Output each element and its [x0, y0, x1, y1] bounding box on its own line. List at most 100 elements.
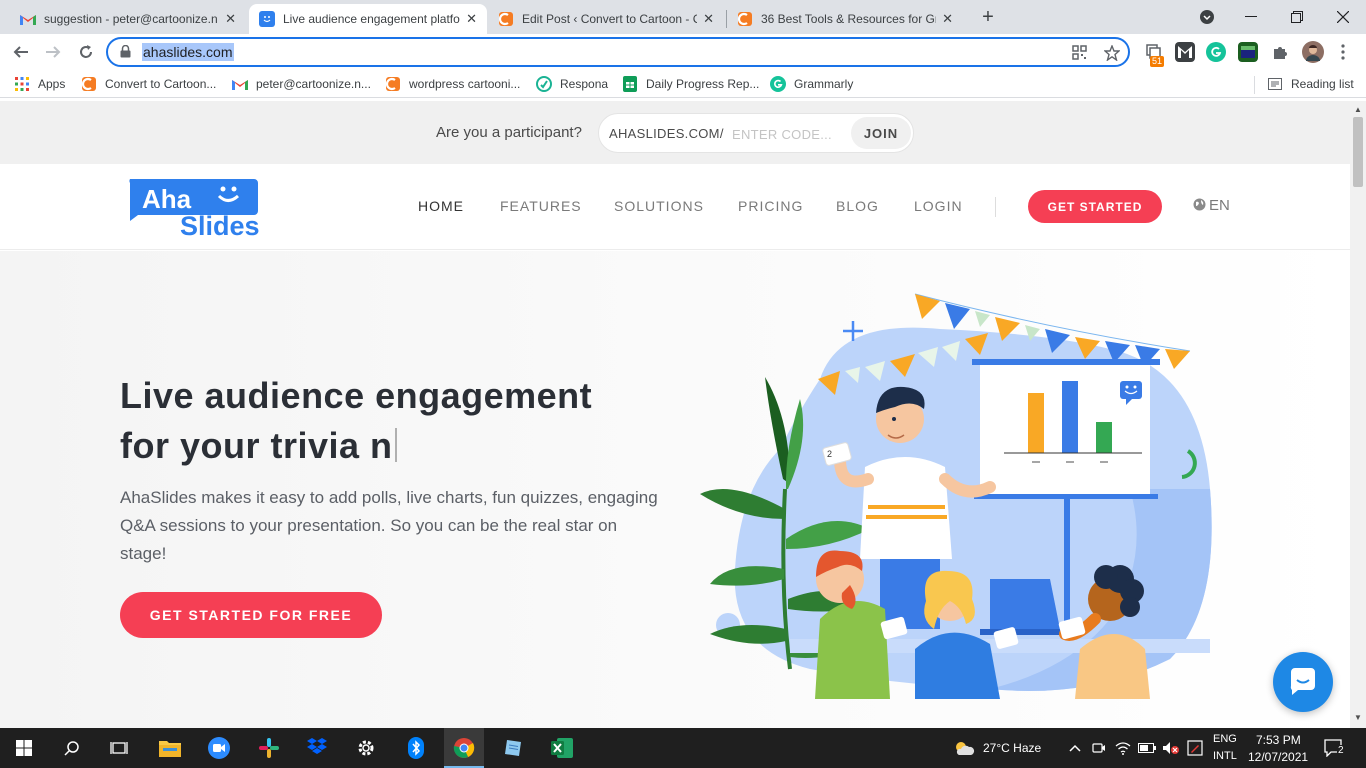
slack-icon [259, 738, 279, 758]
apps-grid-icon [14, 76, 30, 92]
pen-icon [1187, 740, 1203, 756]
tab-gmail[interactable]: suggestion - peter@cartoonize.n ✕ [10, 4, 246, 34]
tab-close-icon[interactable]: ✕ [936, 11, 953, 27]
chrome-menu-icon[interactable] [1333, 42, 1353, 62]
reading-list-button[interactable]: Reading list [1267, 75, 1354, 93]
restore-icon [1291, 11, 1303, 23]
board-bar-blue [1062, 381, 1078, 453]
participant-question: Are you a participant? [436, 124, 582, 141]
browser-toolbar: ahaslides.com 51 [0, 34, 1366, 70]
page-scrollbar[interactable]: ▲ ▼ [1350, 101, 1366, 728]
tab-best-tools[interactable]: 36 Best Tools & Resources for Gr ✕ [727, 4, 963, 34]
bookmark-respona[interactable]: Respona [536, 75, 608, 93]
browser-tab-strip: suggestion - peter@cartoonize.n ✕ Live a… [0, 0, 1366, 34]
url-text[interactable]: ahaslides.com [142, 43, 234, 61]
bookmark-apps[interactable]: Apps [14, 75, 65, 93]
nav-features[interactable]: FEATURES [500, 198, 582, 214]
ahaslides-logo[interactable]: Aha Slides [126, 177, 276, 241]
close-window-button[interactable] [1320, 0, 1366, 34]
join-code-box: AHASLIDES.COM/ JOIN [598, 113, 914, 153]
tray-battery[interactable] [1135, 736, 1159, 760]
taskbar-excel[interactable] [550, 736, 574, 760]
tab-close-icon[interactable]: ✕ [219, 11, 236, 27]
tab-edit-post[interactable]: Edit Post ‹ Convert to Cartoon - C ✕ [488, 4, 724, 34]
bookmark-convert-to-cartoon[interactable]: Convert to Cartoon... [81, 75, 216, 93]
tab-label: 36 Best Tools & Resources for Gr [761, 12, 937, 26]
back-button[interactable] [10, 41, 32, 63]
reload-button[interactable] [75, 41, 97, 63]
minimize-button[interactable] [1228, 0, 1274, 34]
notepad-icon [505, 740, 521, 756]
weather-text[interactable]: 27°C Haze [983, 741, 1041, 755]
hero-description: AhaSlides makes it easy to add polls, li… [120, 488, 658, 563]
join-code-input[interactable] [732, 124, 842, 144]
nav-login[interactable]: LOGIN [914, 198, 963, 214]
scrollbar-thumb[interactable] [1353, 117, 1363, 187]
weather-icon[interactable] [952, 736, 976, 760]
scroll-down-icon[interactable]: ▼ [1354, 713, 1362, 722]
forward-button[interactable] [42, 41, 64, 63]
tray-overflow-button[interactable] [1063, 736, 1087, 760]
bookmark-star-icon[interactable] [1103, 44, 1121, 64]
lock-icon[interactable] [120, 44, 134, 59]
nav-solutions[interactable]: SOLUTIONS [614, 198, 704, 214]
get-started-button[interactable]: GET STARTED [1028, 190, 1162, 223]
address-bar[interactable]: ahaslides.com [106, 37, 1130, 67]
restore-button[interactable] [1274, 0, 1320, 34]
bookmark-label: Apps [38, 77, 66, 91]
reading-list-label: Reading list [1291, 77, 1354, 91]
taskbar-bluetooth[interactable] [404, 736, 428, 760]
chat-icon [1290, 668, 1315, 695]
tab-close-icon[interactable]: ✕ [697, 11, 714, 27]
taskbar-file-explorer[interactable] [158, 736, 182, 760]
bookmark-grammarly[interactable]: Grammarly [770, 75, 853, 93]
new-tab-button[interactable]: + [978, 6, 998, 28]
tray-pen-workspace[interactable] [1183, 736, 1207, 760]
clock-date[interactable]: 12/07/2021 [1248, 750, 1308, 764]
bookmark-gmail[interactable]: peter@cartoonize.n... [232, 75, 371, 93]
tab-close-icon[interactable]: ✕ [460, 11, 477, 27]
dropbox-icon [307, 738, 327, 754]
taskbar-notepad[interactable] [502, 736, 526, 760]
scroll-up-icon[interactable]: ▲ [1354, 105, 1362, 114]
nav-pricing[interactable]: PRICING [738, 198, 803, 214]
nav-blog[interactable]: BLOG [836, 198, 879, 214]
join-button[interactable]: JOIN [851, 117, 911, 149]
bookmark-wordpress-cartoonize[interactable]: wordpress cartooni... [385, 75, 520, 93]
profile-avatar[interactable] [1302, 41, 1324, 63]
tray-network[interactable] [1111, 736, 1135, 760]
taskbar-chrome[interactable] [452, 736, 476, 760]
taskbar-search-button[interactable] [60, 736, 84, 760]
bookmark-label: wordpress cartooni... [409, 77, 521, 91]
tab-ahaslides[interactable]: Live audience engagement platfo ✕ [249, 4, 487, 34]
grammarly-extension-icon[interactable] [1206, 42, 1226, 62]
qr-code-icon[interactable] [1072, 45, 1087, 63]
gmail-extension-icon[interactable] [1175, 42, 1195, 62]
tray-meet-now[interactable] [1087, 736, 1111, 760]
live-chat-button[interactable] [1273, 652, 1333, 712]
input-language-line1[interactable]: ENG [1213, 733, 1237, 745]
hero-title-line1: Live audience engagement [120, 375, 593, 416]
reload-icon [80, 45, 92, 58]
taskbar-zoom[interactable] [207, 736, 231, 760]
task-view-button[interactable] [107, 736, 131, 760]
taskbar-settings[interactable] [354, 736, 378, 760]
language-selector[interactable]: EN [1193, 197, 1230, 214]
cartoonize-icon [498, 11, 514, 27]
tab-search-button[interactable] [1184, 0, 1230, 34]
bookmarks-separator [1254, 76, 1255, 94]
taskbar-slack[interactable] [257, 736, 281, 760]
clapper-extension-icon[interactable] [1238, 42, 1258, 62]
input-language-line2[interactable]: INTL [1213, 750, 1237, 762]
windows-start-button[interactable] [12, 736, 36, 760]
bookmark-daily-progress[interactable]: Daily Progress Rep... [622, 75, 759, 93]
tray-volume[interactable] [1159, 736, 1183, 760]
clock-time[interactable]: 7:53 PM [1256, 733, 1301, 747]
puzzle-extensions-icon[interactable] [1270, 42, 1290, 62]
get-started-free-button[interactable]: GET STARTED FOR FREE [120, 592, 382, 638]
ahaslides-icon [259, 11, 275, 27]
notification-count-badge: 2 [1337, 745, 1345, 756]
extension-badge: 51 [1150, 56, 1165, 67]
nav-home[interactable]: HOME [418, 198, 464, 214]
taskbar-dropbox[interactable] [305, 736, 329, 760]
